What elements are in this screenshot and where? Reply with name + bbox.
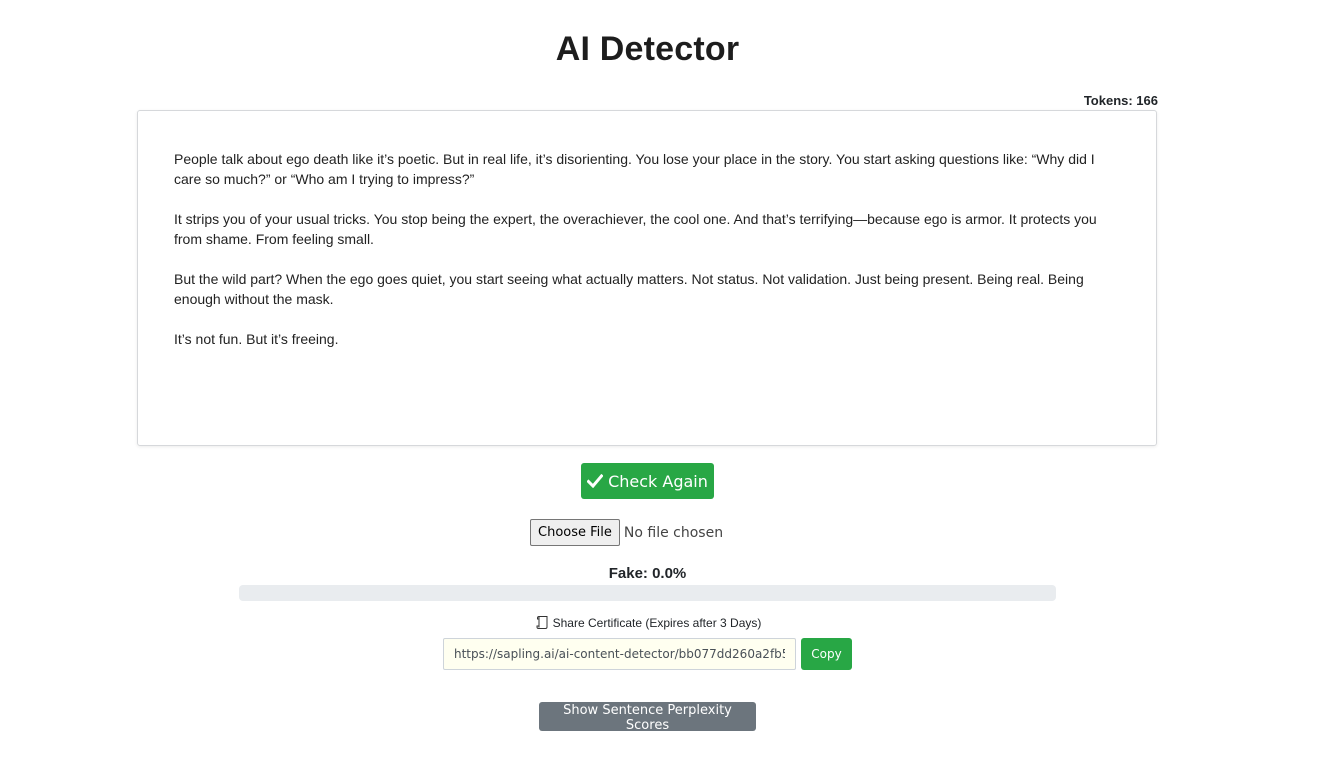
fake-score-progress xyxy=(239,585,1056,601)
file-input[interactable]: Choose File No file chosen xyxy=(530,519,723,546)
check-again-button[interactable]: Check Again xyxy=(581,463,714,499)
fake-score-label: Fake: 0.0% xyxy=(608,565,687,582)
token-count: Tokens: 166 xyxy=(1083,93,1158,108)
editor-paragraph: People talk about ego death like it’s po… xyxy=(174,151,1095,187)
copy-button[interactable]: Copy xyxy=(801,638,852,670)
editor-paragraph: It’s not fun. But it’s freeing. xyxy=(174,331,339,347)
share-certificate-label: Share Certificate (Expires after 3 Days) xyxy=(0,615,1297,630)
ai-detector-page: AI Detector Tokens: 166 People talk abou… xyxy=(0,0,1318,771)
editor-paragraph: It strips you of your usual tricks. You … xyxy=(174,211,1097,247)
check-again-label: Check Again xyxy=(608,471,708,491)
text-editor[interactable]: People talk about ego death like it’s po… xyxy=(137,110,1157,446)
page-title: AI Detector xyxy=(555,30,740,68)
certificate-url-field[interactable] xyxy=(443,638,796,670)
editor-paragraph: But the wild part? When the ego goes qui… xyxy=(174,271,1084,307)
share-certificate-text: Share Certificate (Expires after 3 Days) xyxy=(552,615,762,630)
scroll-icon xyxy=(536,616,548,629)
show-perplexity-button[interactable]: Show Sentence Perplexity Scores xyxy=(539,702,756,733)
checkmark-icon xyxy=(587,474,604,488)
choose-file-button[interactable]: Choose File xyxy=(530,519,620,546)
no-file-label: No file chosen xyxy=(623,524,724,541)
